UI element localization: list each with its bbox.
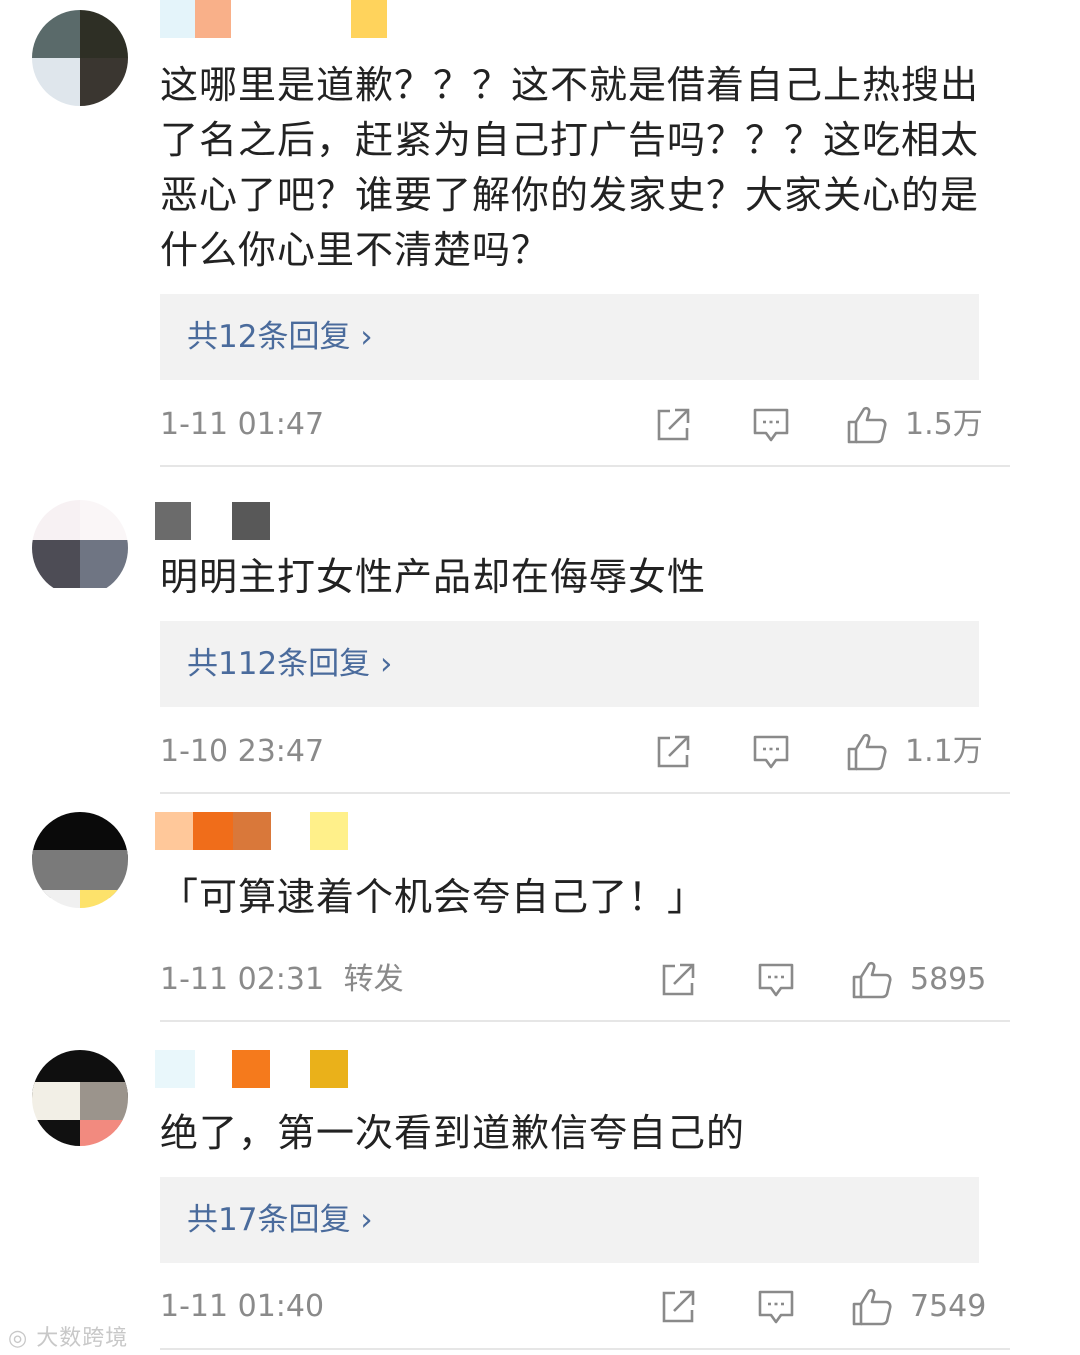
comment-icon[interactable] [752, 734, 790, 770]
share-icon[interactable] [655, 407, 691, 443]
share-icon[interactable] [655, 734, 691, 770]
thumbs-up-icon[interactable] [851, 960, 893, 1000]
avatar[interactable] [32, 500, 128, 596]
like-count: 1.1万 [905, 734, 983, 769]
divider [160, 465, 1010, 467]
comment-meta: 1-11 01:47 1.5万 [160, 405, 990, 445]
divider [160, 1020, 1010, 1022]
timestamp: 1-11 01:47 [160, 407, 325, 442]
share-icon[interactable] [660, 962, 696, 998]
timestamp: 1-11 02:31 转发 [160, 960, 404, 1000]
avatar[interactable] [32, 10, 128, 106]
comment-icon[interactable] [752, 407, 790, 443]
divider [160, 1348, 1010, 1350]
repost-tag: 转发 [343, 962, 404, 997]
replies-label: 共17条回复 › [187, 1202, 373, 1238]
watermark-logo-icon: ◎ [8, 1326, 37, 1351]
comment-text: 这哪里是道歉？？？这不就是借着自己上热搜出了名之后，赶紧为自己打广告吗？？？这吃… [160, 63, 980, 272]
thumbs-up-icon[interactable] [846, 405, 888, 445]
timestamp-value: 1-11 02:31 [160, 962, 325, 997]
comment-meta: 1-10 23:47 1.1万 [160, 732, 990, 772]
watermark-text: 大数跨境 [36, 1326, 129, 1351]
avatar[interactable] [32, 812, 128, 908]
timestamp: 1-11 01:40 [160, 1289, 325, 1324]
share-icon[interactable] [660, 1289, 696, 1325]
comment-icon[interactable] [757, 962, 795, 998]
comment-text: 绝了，第一次看到道歉信夸自己的 [160, 1111, 746, 1155]
like-count: 5895 [910, 962, 987, 997]
watermark: ◎ 大数跨境 [8, 1320, 128, 1352]
comment-meta: 1-11 01:40 7549 [160, 1287, 990, 1327]
like-count: 1.5万 [905, 407, 983, 442]
comment-meta: 1-11 02:31 转发 5895 [160, 960, 990, 1000]
replies-button[interactable]: 共112条回复 › [160, 621, 979, 707]
divider [160, 792, 1010, 794]
thumbs-up-icon[interactable] [851, 1287, 893, 1327]
comment-text: 明明主打女性产品却在侮辱女性 [160, 555, 707, 599]
replies-button[interactable]: 共12条回复 › [160, 294, 979, 380]
replies-label: 共112条回复 › [187, 646, 393, 682]
timestamp: 1-10 23:47 [160, 734, 325, 769]
like-count: 7549 [910, 1289, 987, 1324]
replies-label: 共12条回复 › [187, 319, 373, 355]
comment-text: 「可算逮着个机会夸自己了！」 [160, 875, 707, 919]
replies-button[interactable]: 共17条回复 › [160, 1177, 979, 1263]
thumbs-up-icon[interactable] [846, 732, 888, 772]
comment-icon[interactable] [757, 1289, 795, 1325]
avatar[interactable] [32, 1050, 128, 1146]
